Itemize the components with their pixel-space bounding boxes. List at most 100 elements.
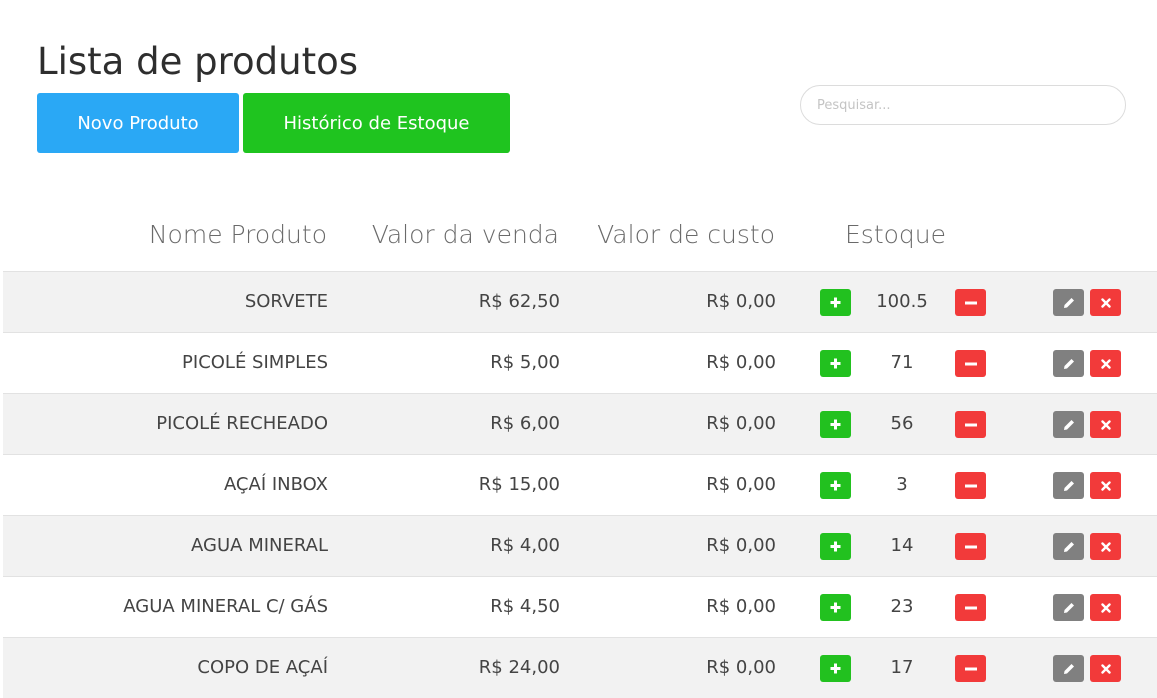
- cost-price: R$ 0,00: [706, 657, 776, 678]
- stock-quantity: 3: [896, 474, 908, 495]
- edit-product-button[interactable]: [1053, 594, 1084, 621]
- decrease-stock-button[interactable]: [955, 289, 986, 316]
- minus-icon: [964, 545, 977, 549]
- cost-price: R$ 0,00: [706, 474, 776, 495]
- column-header-stock: Estoque: [845, 220, 947, 249]
- stock-quantity: 14: [890, 535, 914, 556]
- product-name: AGUA MINERAL: [191, 535, 328, 556]
- plus-icon: [830, 602, 841, 613]
- product-name: AÇAÍ INBOX: [223, 474, 328, 495]
- sale-price: R$ 24,00: [478, 657, 560, 678]
- stock-quantity: 71: [890, 352, 914, 373]
- plus-icon: [830, 297, 841, 308]
- product-name: PICOLÉ RECHEADO: [156, 413, 328, 434]
- plus-icon: [830, 480, 841, 491]
- sale-price: R$ 62,50: [478, 291, 560, 312]
- table-row: COPO DE AÇAÍ R$ 24,00 R$ 0,00 17: [3, 637, 1157, 698]
- sale-price: R$ 15,00: [478, 474, 560, 495]
- increase-stock-button[interactable]: [820, 289, 851, 316]
- page-title: Lista de produtos: [37, 40, 359, 83]
- products-table: SORVETE R$ 62,50 R$ 0,00 100.5 PICOLÉ SIMPLE…: [3, 271, 1157, 698]
- delete-product-button[interactable]: [1090, 411, 1121, 438]
- cost-price: R$ 0,00: [706, 291, 776, 312]
- decrease-stock-button[interactable]: [955, 533, 986, 560]
- column-header-cost-price: Valor de custo: [597, 220, 775, 249]
- stock-quantity: 100.5: [876, 291, 928, 312]
- edit-product-button[interactable]: [1053, 655, 1084, 682]
- decrease-stock-button[interactable]: [955, 350, 986, 377]
- minus-icon: [964, 484, 977, 488]
- product-name: SORVETE: [244, 291, 328, 312]
- plus-icon: [830, 663, 841, 674]
- minus-icon: [964, 362, 977, 366]
- sale-price: R$ 5,00: [490, 352, 560, 373]
- pencil-icon: [1063, 297, 1075, 309]
- table-row: PICOLÉ SIMPLES R$ 5,00 R$ 0,00 71: [3, 332, 1157, 393]
- product-name: COPO DE AÇAÍ: [197, 657, 328, 678]
- pencil-icon: [1063, 602, 1075, 614]
- cost-price: R$ 0,00: [706, 352, 776, 373]
- increase-stock-button[interactable]: [820, 533, 851, 560]
- new-product-button[interactable]: Novo Produto: [37, 93, 239, 153]
- product-name: AGUA MINERAL C/ GÁS: [123, 596, 328, 617]
- sale-price: R$ 4,50: [490, 596, 560, 617]
- increase-stock-button[interactable]: [820, 411, 851, 438]
- column-header-name: Nome Produto: [148, 220, 327, 249]
- pencil-icon: [1063, 480, 1075, 492]
- search-input[interactable]: [800, 85, 1126, 125]
- minus-icon: [964, 667, 977, 671]
- stock-history-button[interactable]: Histórico de Estoque: [243, 93, 510, 153]
- close-icon: [1100, 358, 1111, 369]
- minus-icon: [964, 301, 977, 305]
- table-row: SORVETE R$ 62,50 R$ 0,00 100.5: [3, 271, 1157, 332]
- increase-stock-button[interactable]: [820, 594, 851, 621]
- minus-icon: [964, 423, 977, 427]
- edit-product-button[interactable]: [1053, 411, 1084, 438]
- pencil-icon: [1063, 358, 1075, 370]
- product-name: PICOLÉ SIMPLES: [182, 352, 328, 373]
- edit-product-button[interactable]: [1053, 472, 1084, 499]
- close-icon: [1100, 541, 1111, 552]
- sale-price: R$ 4,00: [490, 535, 560, 556]
- cost-price: R$ 0,00: [706, 413, 776, 434]
- close-icon: [1100, 480, 1111, 491]
- decrease-stock-button[interactable]: [955, 655, 986, 682]
- minus-icon: [964, 606, 977, 610]
- plus-icon: [830, 419, 841, 430]
- increase-stock-button[interactable]: [820, 655, 851, 682]
- sale-price: R$ 6,00: [490, 413, 560, 434]
- column-header-sale-price: Valor da venda: [371, 220, 559, 249]
- table-row: AÇAÍ INBOX R$ 15,00 R$ 0,00 3: [3, 454, 1157, 515]
- delete-product-button[interactable]: [1090, 289, 1121, 316]
- table-row: AGUA MINERAL C/ GÁS R$ 4,50 R$ 0,00 23: [3, 576, 1157, 637]
- table-row: PICOLÉ RECHEADO R$ 6,00 R$ 0,00 56: [3, 393, 1157, 454]
- pencil-icon: [1063, 419, 1075, 431]
- pencil-icon: [1063, 663, 1075, 675]
- delete-product-button[interactable]: [1090, 594, 1121, 621]
- cost-price: R$ 0,00: [706, 535, 776, 556]
- increase-stock-button[interactable]: [820, 350, 851, 377]
- decrease-stock-button[interactable]: [955, 472, 986, 499]
- decrease-stock-button[interactable]: [955, 594, 986, 621]
- plus-icon: [830, 358, 841, 369]
- edit-product-button[interactable]: [1053, 350, 1084, 377]
- stock-quantity: 56: [890, 413, 914, 434]
- pencil-icon: [1063, 541, 1075, 553]
- close-icon: [1100, 297, 1111, 308]
- close-icon: [1100, 663, 1111, 674]
- delete-product-button[interactable]: [1090, 655, 1121, 682]
- cost-price: R$ 0,00: [706, 596, 776, 617]
- close-icon: [1100, 602, 1111, 613]
- delete-product-button[interactable]: [1090, 533, 1121, 560]
- increase-stock-button[interactable]: [820, 472, 851, 499]
- edit-product-button[interactable]: [1053, 289, 1084, 316]
- close-icon: [1100, 419, 1111, 430]
- stock-quantity: 23: [890, 596, 914, 617]
- decrease-stock-button[interactable]: [955, 411, 986, 438]
- stock-quantity: 17: [890, 657, 914, 678]
- delete-product-button[interactable]: [1090, 472, 1121, 499]
- table-row: AGUA MINERAL R$ 4,00 R$ 0,00 14: [3, 515, 1157, 576]
- edit-product-button[interactable]: [1053, 533, 1084, 560]
- plus-icon: [830, 541, 841, 552]
- delete-product-button[interactable]: [1090, 350, 1121, 377]
